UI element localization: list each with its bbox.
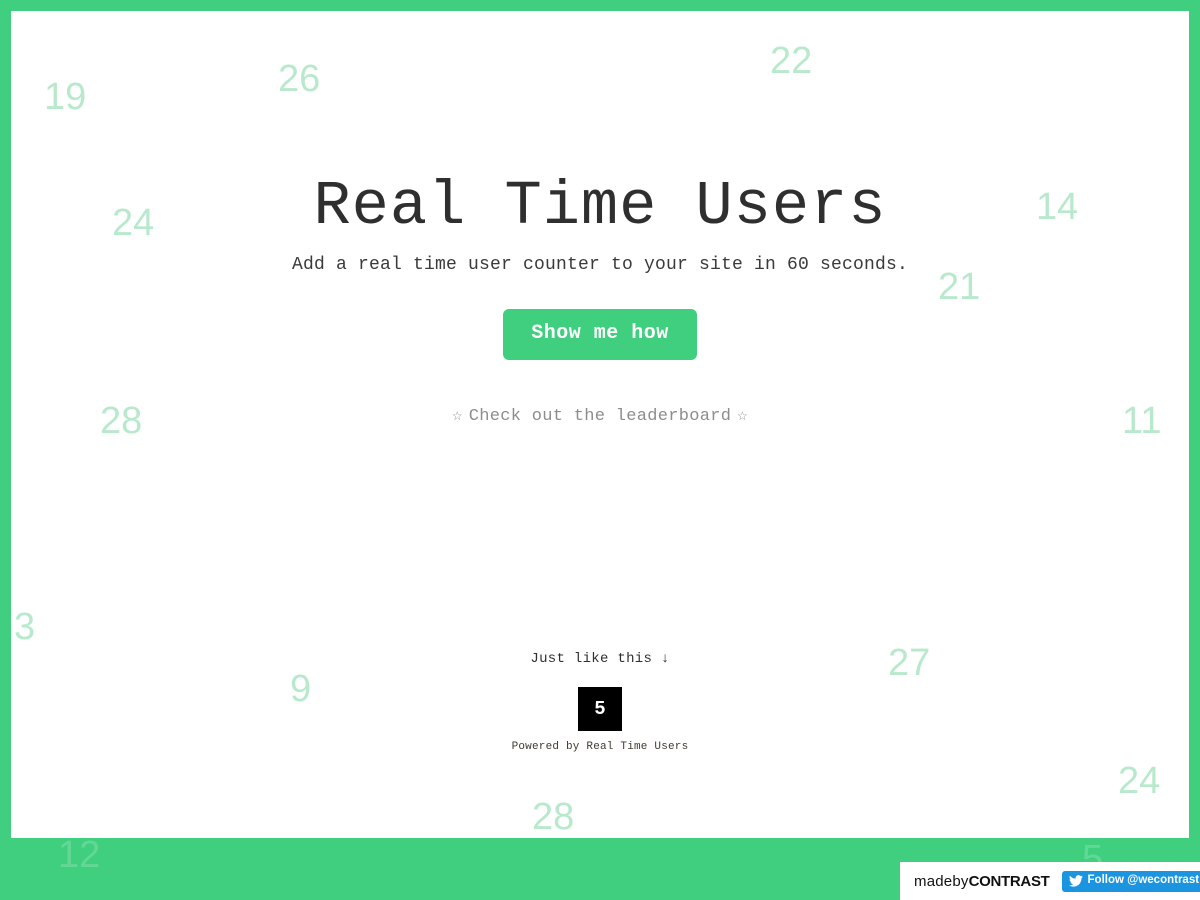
page-title: Real Time Users	[313, 171, 887, 242]
twitter-bird-icon	[1068, 874, 1083, 887]
attribution-bar: madebyCONTRAST Follow @wecontrast	[900, 862, 1200, 900]
brand-prefix: madeby	[914, 872, 969, 890]
demo-caption: Just like this ↓	[530, 651, 670, 667]
leaderboard-link[interactable]: ☆ Check out the leaderboard ☆	[452, 405, 748, 426]
cta-row: Show me how	[11, 275, 1189, 361]
show-me-how-button[interactable]: Show me how	[503, 309, 697, 361]
page-background: Real Time Users Add a real time user cou…	[0, 0, 1200, 900]
contrast-logo[interactable]: madebyCONTRAST	[914, 874, 1050, 889]
twitter-follow-button[interactable]: Follow @wecontrast	[1061, 870, 1200, 892]
brand-name: CONTRAST	[968, 872, 1050, 890]
content-surface: Real Time Users Add a real time user cou…	[11, 11, 1189, 838]
hero-section: Real Time Users Add a real time user cou…	[11, 11, 1189, 426]
demo-widget: Just like this ↓ 5 Powered by Real Time …	[11, 652, 1189, 753]
twitter-follow-label: Follow @wecontrast	[1087, 873, 1200, 886]
realtime-user-counter-badge: 5	[578, 687, 622, 731]
powered-by-label[interactable]: Powered by Real Time Users	[11, 742, 1189, 753]
leaderboard-link-label: Check out the leaderboard	[468, 407, 732, 427]
star-right-icon: ☆	[737, 407, 748, 427]
leaderboard-row: ☆ Check out the leaderboard ☆	[11, 360, 1189, 426]
hero-subtitle: Add a real time user counter to your sit…	[291, 255, 909, 276]
floating-number: 12	[58, 834, 101, 876]
star-left-icon: ☆	[452, 407, 463, 427]
